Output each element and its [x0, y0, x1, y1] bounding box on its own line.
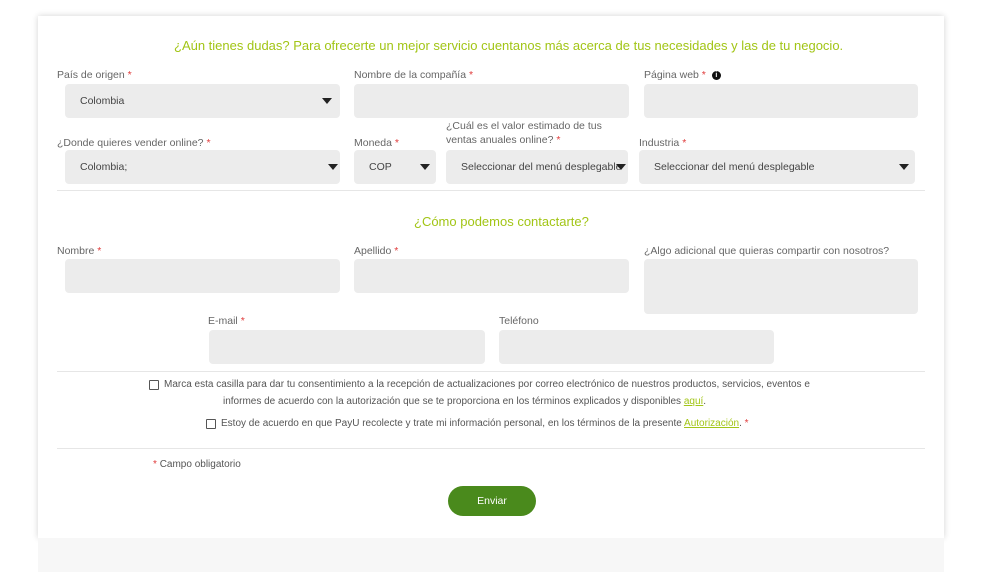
chevron-down-icon — [328, 164, 338, 170]
marketing-consent-text-2: informes de acuerdo con la autorización … — [223, 396, 707, 407]
adicional-textarea[interactable] — [644, 259, 918, 314]
apellido-input[interactable] — [354, 259, 629, 293]
pais-select[interactable]: Colombia — [65, 84, 340, 118]
telefono-input[interactable] — [499, 330, 774, 364]
pais-selected-value: Colombia — [80, 95, 125, 107]
info-icon[interactable]: i — [711, 71, 721, 80]
section-heading-contact: ¿Cómo podemos contactarte? — [414, 214, 589, 229]
compania-input[interactable] — [354, 84, 629, 118]
marketing-consent-checkbox[interactable] — [149, 380, 159, 390]
vender-select[interactable]: Colombia; — [65, 150, 340, 184]
chevron-down-icon — [899, 164, 909, 170]
autorizacion-link[interactable]: Autorización — [684, 418, 739, 429]
page-footer-strip — [38, 538, 944, 572]
moneda-select[interactable]: COP — [354, 150, 436, 184]
nombre-label: Nombre * — [57, 245, 102, 257]
aqui-link[interactable]: aquí — [684, 396, 703, 407]
submit-button[interactable]: Enviar — [448, 486, 536, 516]
section-divider — [57, 371, 925, 372]
compania-label: Nombre de la compañía * — [354, 69, 474, 81]
required-note: * Campo obligatorio — [153, 459, 241, 470]
web-label: Página web * i — [644, 69, 721, 81]
ventas-selected-value: Seleccionar del menú desplegable — [461, 161, 622, 173]
telefono-label: Teléfono — [499, 315, 539, 327]
nombre-input[interactable] — [65, 259, 340, 293]
email-input[interactable] — [209, 330, 485, 364]
section-divider — [57, 448, 925, 449]
chevron-down-icon — [322, 98, 332, 104]
ventas-select[interactable]: Seleccionar del menú desplegable — [446, 150, 628, 184]
adicional-label: ¿Algo adicional que quieras compartir co… — [644, 245, 890, 257]
email-label: E-mail * — [208, 315, 245, 327]
industria-select[interactable]: Seleccionar del menú desplegable — [639, 150, 915, 184]
pais-label: País de origen * — [57, 69, 132, 81]
chevron-down-icon — [420, 164, 430, 170]
marketing-consent-text: Marca esta casilla para dar tu consentim… — [164, 379, 810, 390]
moneda-label: Moneda * — [354, 137, 399, 149]
data-agreement-text: Estoy de acuerdo en que PayU recolecte y… — [221, 418, 749, 429]
ventas-label: ¿Cuál es el valor estimado de tus ventas … — [446, 120, 602, 146]
contact-form-card: ¿Aún tienes dudas? Para ofrecerte un mej… — [38, 16, 944, 538]
section-divider — [57, 190, 925, 191]
data-agreement-checkbox[interactable] — [206, 419, 216, 429]
apellido-label: Apellido * — [354, 245, 399, 257]
vender-selected-value: Colombia; — [80, 161, 128, 173]
web-input[interactable] — [644, 84, 918, 118]
vender-label: ¿Donde quieres vender online? * — [57, 137, 211, 149]
industria-label: Industria * — [639, 137, 687, 149]
industria-selected-value: Seleccionar del menú desplegable — [654, 161, 815, 173]
chevron-down-icon — [616, 164, 626, 170]
moneda-selected-value: COP — [369, 161, 392, 173]
section-heading-business: ¿Aún tienes dudas? Para ofrecerte un mej… — [174, 38, 844, 53]
